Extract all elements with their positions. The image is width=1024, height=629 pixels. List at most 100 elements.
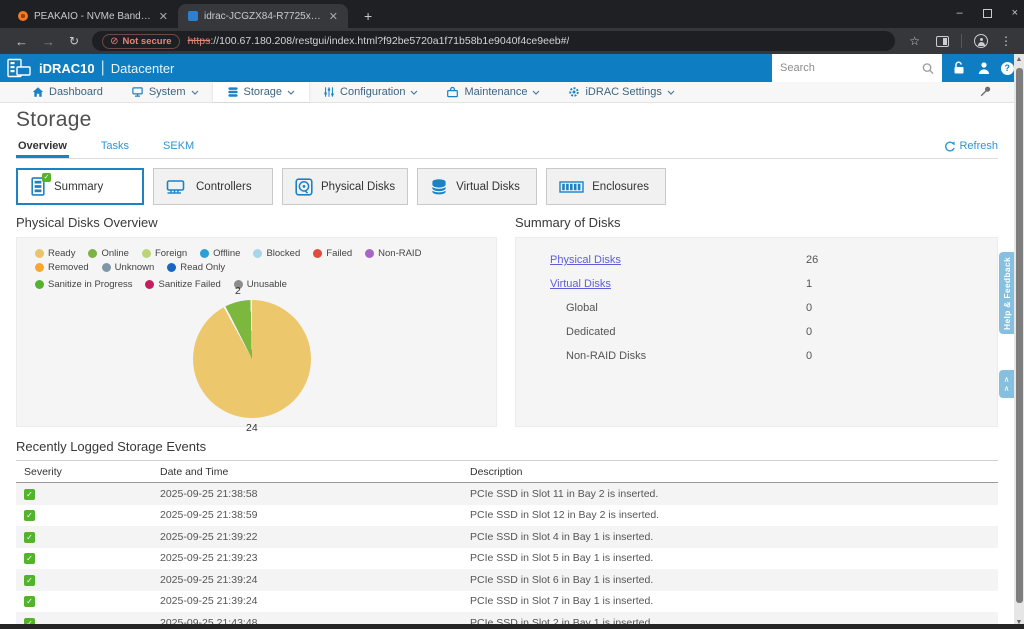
severity-ok-icon: ✓	[24, 575, 35, 586]
summary-row-value: 1	[806, 278, 812, 290]
enclosures-button[interactable]: Enclosures	[546, 168, 666, 205]
scroll-to-top-button[interactable]: ∧ ∧	[999, 370, 1014, 398]
idrac-favicon-icon	[188, 11, 198, 21]
legend-dot-icon	[253, 249, 262, 258]
back-icon[interactable]: ←	[15, 34, 28, 49]
enclosures-icon	[559, 180, 584, 194]
pie-legend: ReadyOnlineForeignOfflineBlockedFailedNo…	[17, 238, 496, 290]
scrollbar-thumb[interactable]	[1016, 68, 1023, 603]
controllers-icon	[166, 178, 188, 195]
summary-row-non-raid-disks: Non-RAID Disks0	[516, 344, 997, 368]
peakaio-favicon-icon	[18, 11, 28, 21]
event-description: PCIe SSD in Slot 6 in Bay 1 is inserted.	[470, 574, 998, 586]
nav-item-system[interactable]: System	[117, 82, 213, 102]
tab-tasks[interactable]: Tasks	[99, 138, 131, 158]
browser-tab-peakaio[interactable]: PEAKAIO - NVMe Bandwidth - ✕	[8, 4, 178, 28]
reload-icon[interactable]: ↻	[69, 34, 79, 48]
new-tab-button[interactable]: +	[358, 8, 378, 28]
refresh-icon	[944, 141, 955, 152]
summary-button[interactable]: ✓ Summary	[16, 168, 144, 205]
event-row: ✓2025-09-25 21:38:59PCIe SSD in Slot 12 …	[16, 505, 998, 527]
tab-overview[interactable]: Overview	[16, 138, 69, 158]
nav-item-label: iDRAC Settings	[585, 86, 661, 98]
tab-close-icon[interactable]: ✕	[157, 10, 170, 23]
page-title: Storage	[16, 108, 998, 132]
chevron-down-icon	[532, 90, 540, 95]
quick-button-label: Summary	[54, 181, 103, 193]
nav-item-idrac-settings[interactable]: iDRAC Settings	[554, 82, 688, 102]
tab-sekm[interactable]: SEKM	[161, 138, 196, 158]
unlock-icon[interactable]	[952, 61, 966, 75]
physical-disks-overview-heading: Physical Disks Overview	[16, 215, 497, 230]
event-description: PCIe SSD in Slot 12 in Bay 2 is inserted…	[470, 509, 998, 521]
chevron-down-icon	[287, 90, 295, 95]
column-header-date-and-time: Date and Time	[160, 466, 470, 478]
event-datetime: 2025-09-25 21:39:24	[160, 595, 470, 607]
legend-item-sanitize-in-progress: Sanitize in Progress	[35, 279, 132, 290]
help-feedback-tab[interactable]: Help & Feedback	[999, 252, 1014, 334]
events-table-header: SeverityDate and TimeDescription	[16, 461, 998, 483]
page-scrollbar[interactable]: ▲ ▼	[1014, 54, 1024, 629]
event-datetime: 2025-09-25 21:38:59	[160, 509, 470, 521]
nav-item-configuration[interactable]: Configuration	[309, 82, 432, 102]
global-search[interactable]	[772, 54, 942, 82]
summary-icon: ✓	[30, 177, 46, 196]
maintenance-icon	[446, 86, 459, 98]
legend-item-failed: Failed	[313, 248, 352, 259]
quick-button-label: Physical Disks	[321, 181, 395, 193]
brand-name: iDRAC10	[39, 61, 95, 76]
severity-ok-icon: ✓	[24, 489, 35, 500]
search-icon[interactable]	[922, 62, 934, 75]
summary-row-dedicated: Dedicated0	[516, 320, 997, 344]
legend-dot-icon	[102, 263, 111, 272]
pie	[193, 300, 311, 418]
nav-item-storage[interactable]: Storage	[213, 82, 310, 102]
legend-item-ready: Ready	[35, 248, 75, 259]
tab-close-icon[interactable]: ✕	[327, 10, 340, 23]
nav-item-label: Storage	[244, 86, 283, 98]
legend-item-foreign: Foreign	[142, 248, 187, 259]
search-input[interactable]	[780, 62, 922, 74]
forward-icon[interactable]: →	[42, 34, 55, 49]
profile-icon[interactable]	[974, 34, 988, 48]
event-row: ✓2025-09-25 21:39:24PCIe SSD in Slot 6 i…	[16, 569, 998, 591]
window-minimize-button[interactable]: –	[956, 7, 962, 19]
physical-disks-pie-chart: 2 24	[193, 300, 311, 418]
physical-disks-link[interactable]: Physical Disks	[550, 254, 621, 266]
browser-menu-icon[interactable]: ⋮	[1000, 34, 1012, 48]
home-icon	[32, 86, 44, 98]
not-secure-badge[interactable]: ⊘ Not secure	[102, 34, 180, 49]
window-close-button[interactable]: ×	[1012, 7, 1018, 19]
idrac-settings-icon	[568, 86, 580, 98]
browser-tab-idrac[interactable]: idrac-JCGZX84-R7725xd - iDRA ✕	[178, 4, 348, 28]
events-table: ✓2025-09-25 21:38:58PCIe SSD in Slot 11 …	[16, 483, 998, 629]
chevron-down-icon	[667, 90, 675, 95]
scrollbar-up-icon[interactable]: ▲	[1014, 54, 1024, 66]
severity-ok-icon: ✓	[24, 596, 35, 607]
window-maximize-button[interactable]	[983, 9, 992, 18]
summary-row-value: 0	[806, 326, 812, 338]
legend-item-blocked: Blocked	[253, 248, 300, 259]
summary-of-disks-panel: Physical Disks26Virtual Disks1Global0Ded…	[515, 237, 998, 427]
physical-disks-button[interactable]: Physical Disks	[282, 168, 408, 205]
nav-item-label: Configuration	[340, 86, 405, 98]
event-description: PCIe SSD in Slot 4 in Bay 1 is inserted.	[470, 531, 998, 543]
nav-item-dashboard[interactable]: Dashboard	[18, 82, 117, 102]
column-header-severity: Severity	[24, 466, 160, 478]
pin-icon[interactable]	[979, 85, 992, 103]
virtual-disks-button[interactable]: Virtual Disks	[417, 168, 537, 205]
storage-events-section: Recently Logged Storage Events SeverityD…	[16, 439, 998, 629]
tab-title: idrac-JCGZX84-R7725xd - iDRA	[204, 11, 321, 22]
nav-item-maintenance[interactable]: Maintenance	[432, 82, 554, 102]
help-icon[interactable]: ?	[1001, 62, 1014, 75]
event-datetime: 2025-09-25 21:38:58	[160, 488, 470, 500]
refresh-button[interactable]: Refresh	[944, 140, 998, 152]
virtual-disks-link[interactable]: Virtual Disks	[550, 278, 611, 290]
idrac-header: iDRAC10 | Datacenter ?	[0, 54, 1024, 82]
address-bar[interactable]: ⊘ Not secure https ://100.67.180.208/res…	[92, 31, 895, 51]
controllers-button[interactable]: Controllers	[153, 168, 273, 205]
url-scheme: https	[188, 35, 211, 47]
bookmark-star-icon[interactable]: ☆	[909, 34, 920, 48]
side-panel-icon[interactable]	[936, 36, 949, 47]
user-icon[interactable]	[977, 61, 991, 75]
